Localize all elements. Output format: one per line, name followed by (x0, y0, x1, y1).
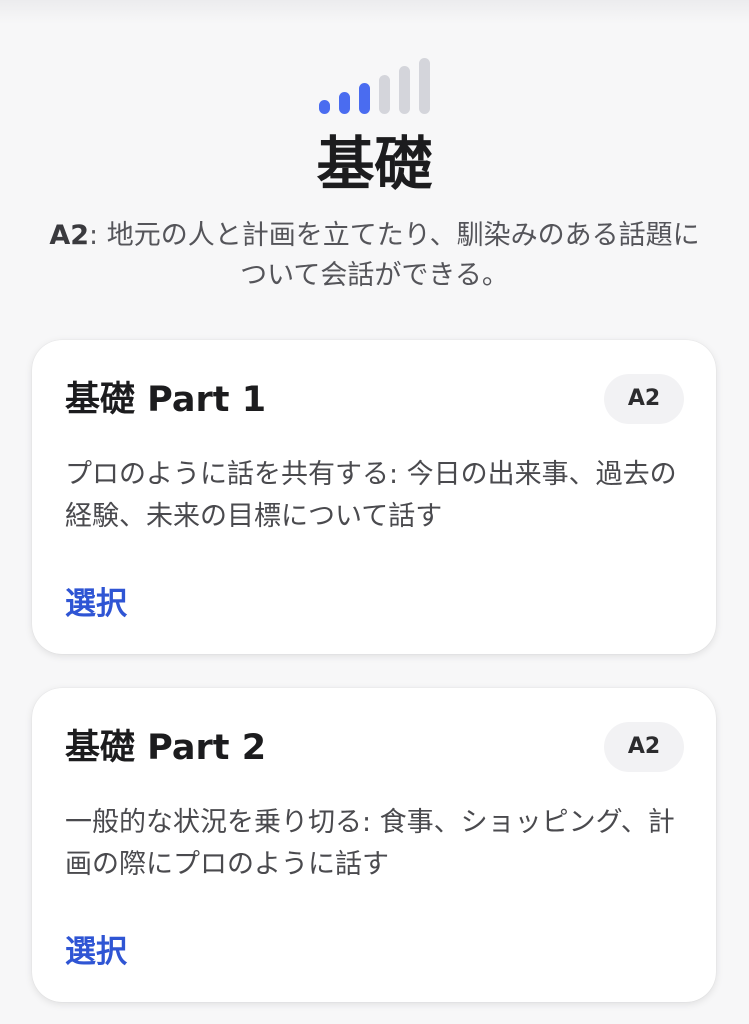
page-title: 基礎 (316, 130, 433, 198)
signal-bar (419, 58, 430, 114)
level-description: A2: 地元の人と計画を立てたり、馴染みのある話題について会話ができる。 (40, 216, 709, 296)
top-fade (0, 0, 749, 24)
course-card-part-1[interactable]: 基礎 Part 1 A2 プロのように話を共有する: 今日の出来事、過去の経験、… (32, 340, 716, 654)
course-card-part-2[interactable]: 基礎 Part 2 A2 一般的な状況を乗り切る: 食事、ショッピング、計画の際… (32, 688, 716, 1002)
course-card-title: 基礎 Part 1 (65, 380, 267, 420)
level-badge: A2 (604, 722, 684, 772)
course-card-title: 基礎 Part 2 (65, 728, 267, 768)
level-description-text: : 地元の人と計画を立てたり、馴染みのある話題について会話ができる。 (89, 220, 700, 291)
level-badge: A2 (604, 374, 684, 424)
signal-bar (339, 91, 350, 114)
select-button[interactable]: 選択 (65, 584, 127, 624)
select-button[interactable]: 選択 (65, 932, 127, 972)
signal-bar (319, 100, 330, 114)
signal-bar (399, 66, 410, 114)
level-code: A2 (49, 220, 90, 251)
signal-bar (379, 74, 390, 114)
signal-bar (359, 83, 370, 114)
course-card-description: プロのように話を共有する: 今日の出来事、過去の経験、未来の目標について話す (65, 459, 677, 532)
course-card-description: 一般的な状況を乗り切る: 食事、ショッピング、計画の際にプロのように話す (65, 807, 675, 880)
signal-bars-icon (319, 58, 431, 114)
